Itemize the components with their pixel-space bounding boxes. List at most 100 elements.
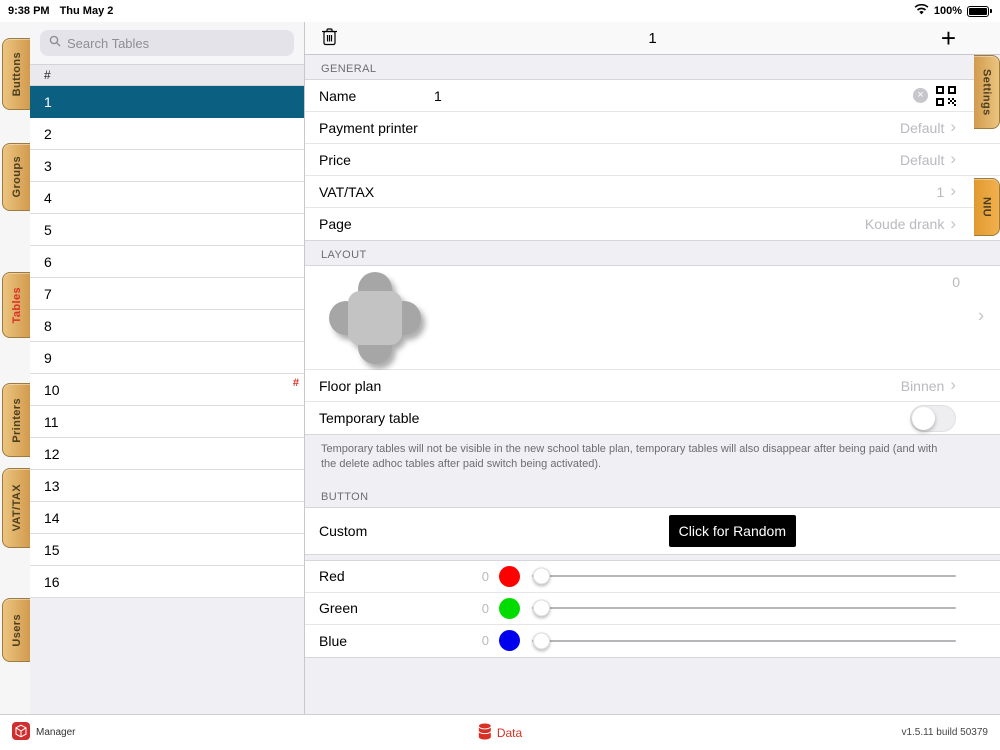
qr-code-icon[interactable] [936, 85, 956, 106]
list-section-header: # [30, 64, 304, 86]
row-value: Binnen [900, 377, 945, 394]
side-tab-users[interactable]: Users [2, 598, 30, 662]
row-value: Default [899, 151, 945, 168]
status-left: 9:38 PM Thu May 2 [8, 5, 113, 17]
side-tab-printers[interactable]: Printers [2, 383, 30, 457]
data-label: Data [496, 725, 523, 740]
table-list-item[interactable]: 4 [30, 182, 304, 214]
temporary-table-toggle[interactable] [910, 404, 956, 432]
table-list-item[interactable]: 3 [30, 150, 304, 182]
table-shape-row[interactable]: 0 › [305, 266, 1000, 370]
custom-group: Custom Click for Random [305, 506, 1000, 555]
side-tab-label: Groups [10, 156, 23, 198]
table-list-item[interactable]: 2 [30, 118, 304, 150]
name-row: Name 1 × [305, 80, 1000, 112]
table-list-item[interactable]: 16 [30, 566, 304, 598]
table-list-item[interactable]: 11 [30, 406, 304, 438]
side-tab-groups[interactable]: Groups [2, 143, 30, 211]
detail-toolbar: 1 + [305, 22, 1000, 55]
table-list-item[interactable]: 10 [30, 374, 304, 406]
index-marker[interactable]: # [293, 377, 299, 389]
slider-track[interactable] [532, 567, 956, 585]
side-tab-settings[interactable]: Settings [974, 55, 1000, 129]
table-list-item[interactable]: 13 [30, 470, 304, 502]
table-list-item[interactable]: 5 [30, 214, 304, 246]
status-right: 100% [914, 3, 992, 18]
detail-title: 1 [648, 29, 657, 47]
table-list-item[interactable]: 15 [30, 534, 304, 566]
app-screen: 9:38 PM Thu May 2 100% Buttons Groups Tabl… [0, 0, 1000, 750]
row-label: Floor plan [319, 377, 382, 394]
left-tab-strip: Buttons Groups Tables Printers VAT/TAX Users [0, 22, 30, 714]
side-tab-tables[interactable]: Tables [2, 272, 30, 338]
random-color-button[interactable]: Click for Random [668, 514, 796, 547]
manager-button[interactable]: Manager [12, 722, 75, 743]
battery-icon [967, 5, 992, 17]
row-label: Temporary table [319, 410, 420, 426]
table-list-item[interactable]: 1 [30, 86, 304, 118]
page-row[interactable]: Page Koude drank › [305, 208, 1000, 240]
slider-label: Green [319, 600, 358, 617]
name-label: Name [319, 87, 357, 104]
slider-thumb[interactable] [533, 599, 550, 617]
status-bar: 9:38 PM Thu May 2 100% [0, 0, 1000, 22]
slider-value: 0 [481, 633, 489, 649]
side-tab-label: Printers [10, 397, 23, 443]
chevron-right-icon: › [950, 213, 956, 233]
bottom-bar: Manager Data v1.5.11 build 50379 [0, 714, 1000, 750]
slider-thumb[interactable] [533, 567, 550, 585]
table-shape-icon [329, 271, 421, 364]
side-tab-label: Tables [10, 286, 23, 324]
row-label: VAT/TAX [319, 183, 375, 200]
table-list-item[interactable]: 6 [30, 246, 304, 278]
table-list-item[interactable]: 8 [30, 310, 304, 342]
price-row[interactable]: Price Default › [305, 144, 1000, 176]
toggle-knob [912, 406, 935, 430]
slider-row-blue: Blue 0 [305, 624, 1000, 657]
app-logo-icon [12, 722, 30, 743]
seat-count: 0 [952, 274, 960, 290]
table-list-item[interactable]: 14 [30, 502, 304, 534]
table-list-item[interactable]: 9 [30, 342, 304, 374]
slider-track[interactable] [532, 599, 956, 617]
slider-thumb[interactable] [533, 632, 550, 650]
side-tab-buttons[interactable]: Buttons [2, 38, 30, 110]
slider-track[interactable] [532, 632, 956, 650]
clear-icon[interactable]: × [913, 88, 928, 103]
search-icon [49, 34, 61, 52]
color-dot-green [499, 597, 520, 619]
database-icon [478, 723, 492, 743]
floor-plan-row[interactable]: Floor plan Binnen › [305, 370, 1000, 402]
row-value: Koude drank [864, 216, 945, 232]
row-value: Default [899, 119, 945, 136]
section-header-button: BUTTON [321, 490, 369, 503]
battery-fill [969, 7, 987, 15]
table-top [348, 290, 402, 345]
tables-sidebar: Search Tables # 1 2 3 4 5 6 7 8 9 10 11 12 13 14 15 16 … [30, 22, 305, 714]
color-sliders-group: Red 0 Green 0 Blue 0 [305, 559, 1000, 658]
side-tab-label: VAT/TAX [10, 484, 23, 532]
side-tab-label: Buttons [10, 51, 23, 97]
search-bar-area: Search Tables [30, 22, 304, 64]
data-button[interactable]: Data [478, 723, 522, 743]
row-label: Page [319, 216, 352, 232]
slider-label: Red [319, 568, 345, 585]
table-list-item[interactable]: 12 [30, 438, 304, 470]
vat-tax-row[interactable]: VAT/TAX 1 › [305, 176, 1000, 208]
row-label: Price [319, 151, 351, 168]
payment-printer-row[interactable]: Payment printer Default › [305, 112, 1000, 144]
temporary-table-row: Temporary table [305, 402, 1000, 434]
slider-row-red: Red 0 [305, 560, 1000, 593]
slider-value: 0 [481, 600, 489, 616]
search-input[interactable]: Search Tables [40, 30, 294, 56]
add-button[interactable]: + [941, 25, 956, 51]
row-label: Payment printer [319, 119, 418, 136]
table-list-item[interactable]: 7 [30, 278, 304, 310]
name-input[interactable]: 1 [434, 88, 913, 104]
color-dot-blue [499, 630, 520, 652]
side-tab-vat-tax[interactable]: VAT/TAX [2, 468, 30, 548]
slider-label: Blue [319, 632, 348, 649]
side-tab-niu[interactable]: NIU [974, 178, 1000, 236]
table-list: 1 2 3 4 5 6 7 8 9 10 11 12 13 14 15 16 [30, 86, 304, 598]
temporary-table-footnote: Temporary tables will not be visible in … [321, 443, 938, 471]
